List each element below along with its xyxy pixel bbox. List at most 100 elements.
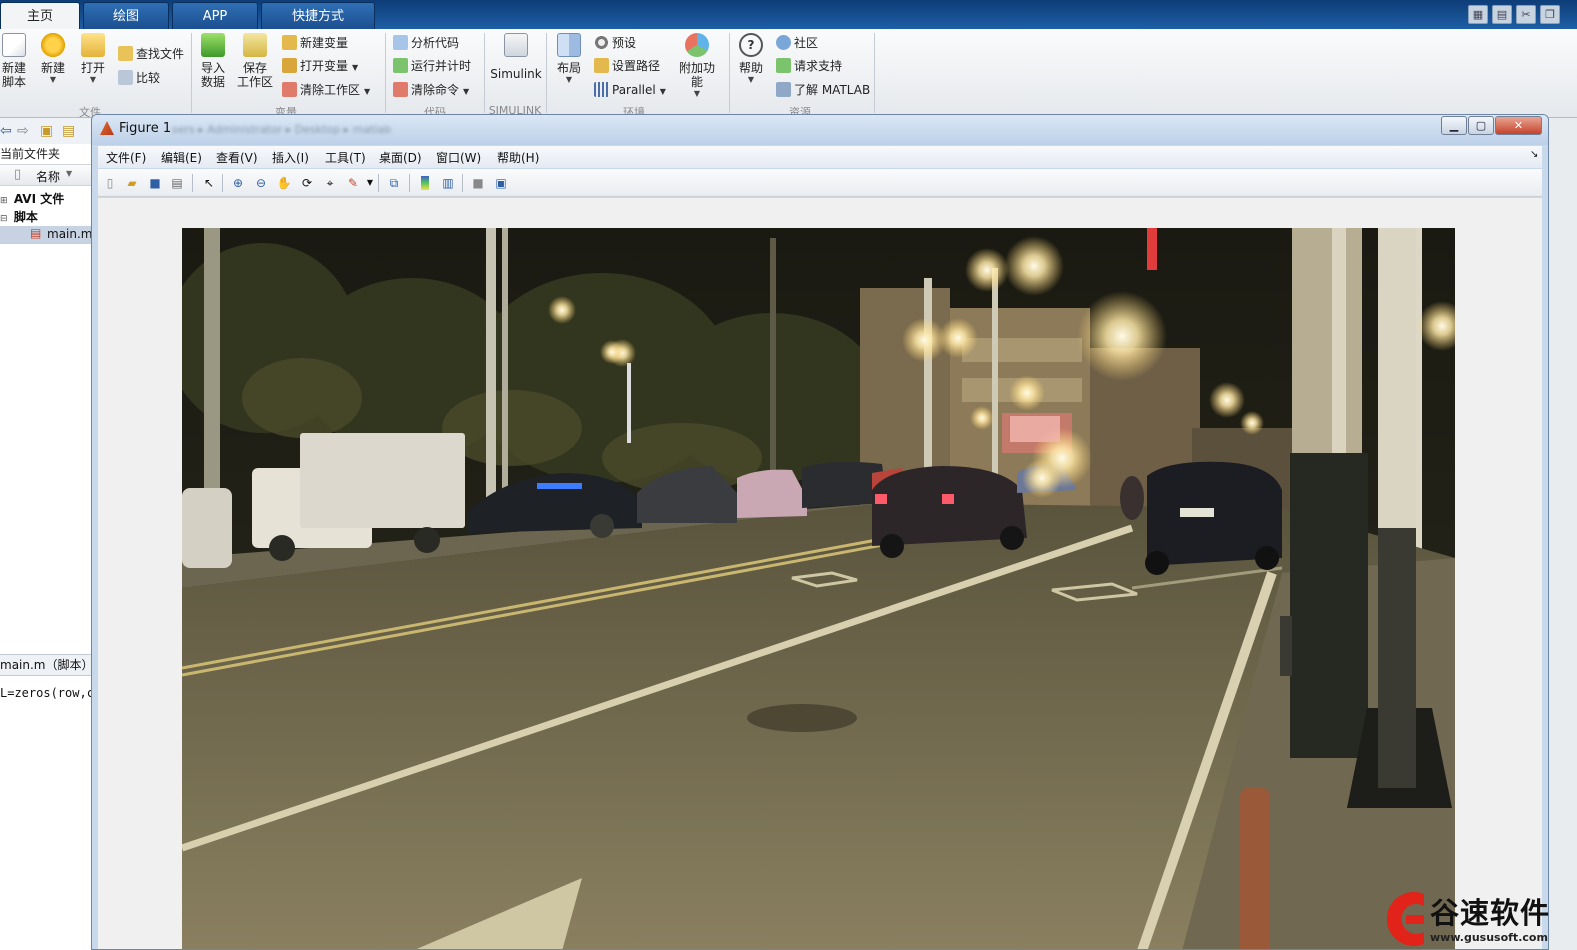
save-workspace-button[interactable]: 保存 工作区 [236,33,274,89]
run-and-time-button[interactable]: 运行并计时 [393,56,471,76]
simulink-button[interactable]: Simulink [490,33,542,81]
analyze-code-button[interactable]: 分析代码 [393,33,459,53]
maximize-button[interactable]: ▢ [1468,116,1494,135]
tab-plots[interactable]: 绘图 [83,2,169,29]
quick-access-copy[interactable]: ❐ [1540,5,1560,24]
gear-icon [594,35,609,50]
sort-icon[interactable]: ▼ [66,169,72,178]
tree-item-avi[interactable]: ⊞ AVI 文件 [0,190,64,207]
import-data-button[interactable]: 导入 数据 [198,33,228,89]
maximize-icon: ▢ [1475,119,1487,132]
compare-button[interactable]: 比较 [118,68,160,88]
data-cursor-icon[interactable]: ⌖ [322,175,338,191]
save-workspace-icon [243,33,267,57]
quick-access-save[interactable]: ▤ [1492,5,1512,24]
quick-access-layout[interactable]: ▦ [1468,5,1488,24]
community-button[interactable]: 社区 [776,33,818,53]
simulink-icon [504,33,528,57]
clear-commands-button[interactable]: 清除命令 ▼ [393,80,469,100]
request-support-button[interactable]: 请求支持 [776,56,842,76]
scissors-icon: ✂ [1521,8,1531,21]
set-path-button[interactable]: 设置路径 [594,56,660,76]
minimize-button[interactable]: ▁ [1441,116,1467,135]
layout-button[interactable]: 布局 ▼ [553,33,585,85]
toolbar-divider [409,174,410,192]
chevron-down-icon: ▼ [565,75,573,84]
close-icon: ✕ [1513,119,1524,132]
community-icon [776,35,791,50]
open-file-icon[interactable]: ▰ [124,175,140,191]
find-files-button[interactable]: 查找文件 [118,44,184,64]
menu-tools[interactable]: 工具(T) [325,149,366,166]
name-column-header[interactable]: 名称 [36,168,60,185]
watermark-url: www.gususoft.com [1430,931,1548,944]
colorbar-icon[interactable] [417,175,433,191]
addons-button[interactable]: 附加功能 ▼ [674,33,720,99]
parallel-button[interactable]: Parallel ▼ [594,80,666,100]
dock-arrow-icon[interactable]: ↘ [1530,149,1538,160]
back-icon[interactable]: ⇦ [0,123,12,139]
figure-menubar: 文件(F) 编辑(E) 查看(V) 插入(I) 工具(T) 桌面(D) 窗口(W… [98,146,1542,168]
layout-icon [557,33,581,57]
brush-icon[interactable]: ✎ [345,175,361,191]
rotate-3d-icon[interactable]: ⟳ [299,175,315,191]
chevron-down-icon[interactable]: ▼ [362,175,378,191]
ribbon: 新建 脚本 新建 ▼ 打开 ▼ 查找文件 比较 文件 导入 数据 保存 工作区 … [0,29,1577,119]
menu-file[interactable]: 文件(F) [106,149,146,166]
tab-shortcuts[interactable]: 快捷方式 [261,2,375,29]
watermark-brand: 谷速软件 [1430,896,1551,930]
learn-matlab-button[interactable]: 了解 MATLAB [776,80,870,100]
chevron-down-icon: ▼ [693,89,701,98]
browse-folder-icon[interactable]: ▤ [62,123,75,139]
quick-access-cut[interactable]: ✂ [1516,5,1536,24]
preferences-button[interactable]: 预设 [594,33,636,53]
close-button[interactable]: ✕ [1495,116,1542,135]
file-row-selected[interactable]: ▤ main.m [0,226,93,244]
help-icon: ? [739,33,763,57]
pan-hand-icon[interactable]: ✋ [276,175,292,191]
new-figure-icon[interactable]: ▯ [102,175,118,191]
tab-home[interactable]: 主页 [0,2,80,29]
chevron-down-icon: ▼ [364,87,371,96]
zoom-out-icon[interactable]: ⊖ [253,175,269,191]
details-header: main.m（脚本） [0,654,92,676]
menu-window[interactable]: 窗口(W) [436,149,481,166]
folder-nav-toolbar: ⇦ ⇨ ▣ ▤ [0,118,92,144]
menu-help[interactable]: 帮助(H) [497,149,539,166]
link-plot-icon[interactable]: ⧉ [386,175,402,191]
ribbon-divider [484,33,485,113]
expand-icon[interactable]: ⊞ [0,196,8,206]
m-file-icon: ▤ [30,226,42,240]
show-plot-tools-icon[interactable]: ▣ [493,175,509,191]
learn-icon [776,82,791,97]
figure-title-bar[interactable]: Figure 1 sers ▸ Administrator ▸ Desktop … [92,115,1548,145]
new-variable-button[interactable]: 新建变量 [282,33,348,53]
tab-apps[interactable]: APP [172,2,258,29]
clear-workspace-button[interactable]: 清除工作区 ▼ [282,80,370,100]
menu-edit[interactable]: 编辑(E) [161,149,202,166]
chevron-down-icon: ▼ [747,75,755,84]
open-variable-button[interactable]: 打开变量 ▼ [282,56,358,76]
new-button[interactable]: 新建 ▼ [38,33,68,85]
zoom-in-icon[interactable]: ⊕ [230,175,246,191]
menu-view[interactable]: 查看(V) [216,149,258,166]
collapse-icon[interactable]: ⊟ [0,214,8,224]
tree-item-scripts[interactable]: ⊟ 脚本 [0,208,38,225]
menu-insert[interactable]: 插入(I) [272,149,309,166]
chevron-down-icon: ▼ [463,87,470,96]
toolbar-divider [222,174,223,192]
menu-desktop[interactable]: 桌面(D) [379,149,422,166]
open-button[interactable]: 打开 ▼ [78,33,108,85]
import-icon [201,33,225,57]
run-and-time-icon [393,58,408,73]
help-button[interactable]: ? 帮助 ▼ [736,33,766,85]
save-icon[interactable]: ■ [147,175,163,191]
new-script-button[interactable]: 新建 脚本 [0,33,28,89]
new-variable-icon [282,35,297,50]
up-folder-icon[interactable]: ▣ [40,123,53,139]
hide-plot-tools-icon[interactable]: ■ [470,175,486,191]
forward-icon[interactable]: ⇨ [17,123,29,139]
pointer-icon[interactable]: ↖ [201,175,217,191]
print-icon[interactable]: ▤ [169,175,185,191]
legend-icon[interactable]: ▥ [440,175,456,191]
